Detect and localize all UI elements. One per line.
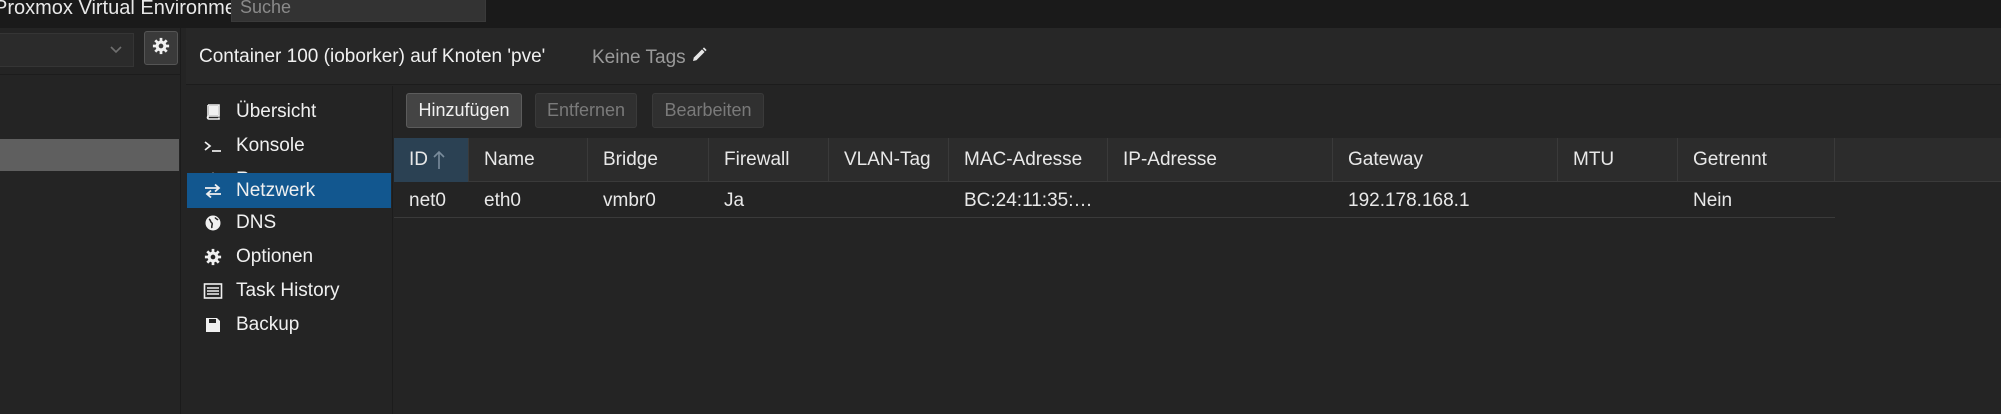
column-header-ip-address[interactable]: IP-Adresse [1108, 138, 1333, 182]
cell-ip-address [1108, 183, 1333, 218]
column-header-disconnected[interactable]: Getrennt [1678, 138, 1835, 182]
terminal-icon [202, 135, 224, 157]
column-header-firewall[interactable]: Firewall [709, 138, 829, 182]
nav-item-console[interactable]: Konsole [187, 128, 391, 163]
exchange-icon [202, 180, 224, 202]
top-bar: Proxmox Virtual Environment 8.2.2 Suche [0, 0, 2001, 28]
nav-item-label: DNS [236, 211, 277, 233]
column-header-vlan-tag[interactable]: VLAN-Tag [829, 138, 949, 182]
nav-item-options[interactable]: Optionen [187, 239, 391, 274]
remove-button[interactable]: Entfernen [535, 93, 637, 128]
floppy-icon [202, 314, 224, 336]
page-title: Container 100 (ioborker) auf Knoten 'pve… [199, 46, 546, 67]
resource-tree-pane [0, 28, 181, 414]
table-row[interactable]: net0 eth0 vmbr0 Ja BC:24:11:35:… 192.178… [394, 183, 1835, 218]
cell-bridge: vmbr0 [603, 189, 656, 211]
cell-gateway: 192.178.168.1 [1348, 189, 1470, 211]
column-header-mtu[interactable]: MTU [1558, 138, 1678, 182]
nav-item-label: Übersicht [236, 100, 317, 122]
tree-node-selected[interactable] [0, 139, 179, 171]
column-header-gateway[interactable]: Gateway [1333, 138, 1558, 182]
panel-header: Container 100 (ioborker) auf Knoten 'pve… [186, 28, 2001, 85]
cell-mtu [1558, 183, 1678, 218]
cell-vlan-tag [829, 183, 949, 218]
column-header-mac-address[interactable]: MAC-Adresse [949, 138, 1108, 182]
gear-icon [202, 246, 224, 268]
nav-item-label: Netzwerk [236, 179, 316, 201]
tree-settings-button[interactable] [144, 31, 178, 65]
tags-edit[interactable]: Keine Tags [592, 46, 708, 70]
column-header-bridge[interactable]: Bridge [588, 138, 709, 182]
globe-icon [202, 212, 224, 234]
nav-item-label: Optionen [236, 245, 314, 267]
book-icon [202, 101, 224, 123]
nav-item-dns[interactable]: DNS [187, 205, 391, 240]
toolbar: Hinzufügen Entfernen Bearbeiten [394, 86, 2001, 138]
nav-item-label: Konsole [236, 134, 305, 156]
nav-item-label: Task History [236, 279, 340, 301]
config-nav: Übersicht Konsole Ressourcen Netzwerk [186, 86, 393, 414]
view-selector[interactable] [0, 33, 134, 67]
tags-label: Keine Tags [592, 47, 686, 68]
list-icon [202, 280, 224, 302]
sort-ascending-icon [432, 149, 446, 171]
add-button[interactable]: Hinzufügen [406, 93, 522, 128]
nav-item-network[interactable]: Netzwerk [187, 173, 391, 208]
cell-id: net0 [409, 189, 446, 211]
network-panel: Hinzufügen Entfernen Bearbeiten ID Name … [394, 86, 2001, 414]
cell-firewall: Ja [724, 189, 745, 211]
gear-icon [152, 37, 170, 60]
edit-button[interactable]: Bearbeiten [652, 93, 764, 128]
nav-item-backup[interactable]: Backup [187, 307, 391, 342]
nav-item-label: Backup [236, 313, 300, 335]
tree-divider [0, 74, 181, 75]
pencil-icon[interactable] [690, 46, 708, 70]
cell-name: eth0 [484, 189, 521, 211]
cell-mac-address: BC:24:11:35:… [964, 189, 1093, 211]
nav-item-overview[interactable]: Übersicht [187, 94, 391, 129]
column-header-id[interactable]: ID [394, 138, 469, 182]
grid-header: ID Name Bridge Firewall VLAN-Tag MAC-Adr… [394, 138, 2001, 182]
nav-item-task-history[interactable]: Task History [187, 273, 391, 308]
chevron-down-icon [109, 42, 123, 59]
cell-disconnected: Nein [1693, 189, 1733, 211]
column-label: ID [409, 149, 428, 170]
search-input[interactable]: Suche [231, 0, 486, 22]
column-header-name[interactable]: Name [469, 138, 588, 182]
